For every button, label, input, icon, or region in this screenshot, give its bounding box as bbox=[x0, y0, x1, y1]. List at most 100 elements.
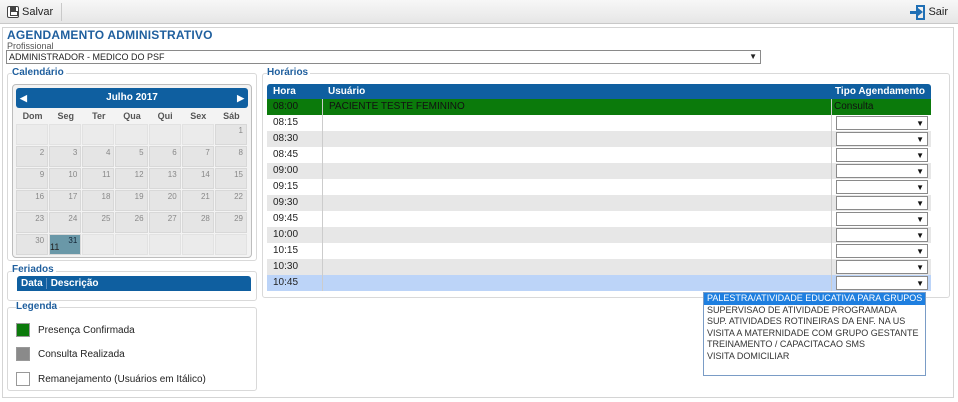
dropdown-option[interactable]: VISITA DOMICILIAR bbox=[704, 351, 925, 363]
chevron-down-icon: ▼ bbox=[916, 151, 924, 160]
horario-row[interactable]: 10:45 ▼ bbox=[267, 275, 931, 291]
profissional-select[interactable]: ADMINISTRADOR - MEDICO DO PSF ▼ bbox=[6, 50, 761, 64]
horario-usuario bbox=[322, 243, 830, 259]
tipo-agendamento-select[interactable]: ▼ bbox=[836, 116, 928, 130]
calendar-day[interactable]: 28 bbox=[181, 212, 214, 233]
exit-button[interactable]: Sair bbox=[910, 3, 948, 21]
floppy-disk-icon bbox=[7, 6, 19, 18]
calendar-day[interactable]: 22 bbox=[214, 190, 247, 211]
horario-tipo: Consulta bbox=[831, 99, 931, 115]
tipo-agendamento-select[interactable]: ▼ bbox=[836, 132, 928, 146]
calendar-day[interactable]: 1 bbox=[214, 124, 247, 145]
calendar-day[interactable]: 20 bbox=[148, 190, 181, 211]
legend-item-label: Consulta Realizada bbox=[38, 348, 125, 360]
tipo-agendamento-select[interactable]: ▼ bbox=[836, 228, 928, 242]
horario-row[interactable]: 09:30 ▼ bbox=[267, 195, 931, 211]
weekday-label: Ter bbox=[92, 111, 106, 121]
calendar-day[interactable]: 3 bbox=[49, 146, 82, 167]
calendar-empty-cell bbox=[82, 234, 115, 255]
horario-row[interactable]: 08:15 ▼ bbox=[267, 115, 931, 131]
calendar-week: 9 10 11 12 13 14 15 bbox=[16, 168, 248, 189]
chevron-down-icon: ▼ bbox=[916, 167, 924, 176]
horario-usuario bbox=[322, 195, 830, 211]
calendar-day[interactable]: 30 bbox=[16, 234, 49, 255]
horario-row[interactable]: 09:45 ▼ bbox=[267, 211, 931, 227]
legend-swatch-gray bbox=[16, 347, 30, 361]
calendar-day[interactable]: 21 bbox=[181, 190, 214, 211]
tipo-agendamento-select[interactable]: ▼ bbox=[836, 164, 928, 178]
legend-swatch-white bbox=[16, 372, 30, 386]
calendar-day[interactable]: 19 bbox=[115, 190, 148, 211]
horario-usuario bbox=[322, 259, 830, 275]
tipo-agendamento-select[interactable]: ▼ bbox=[836, 260, 928, 274]
calendar-week: 2345678 bbox=[16, 146, 248, 167]
save-button-label: Salvar bbox=[22, 6, 54, 18]
calendar-week: 16 17 18 19 20 21 22 bbox=[16, 190, 248, 211]
dropdown-option[interactable]: SUP. ATIVIDADES ROTINEIRAS DA ENF. NA US bbox=[704, 316, 925, 328]
calendar-day[interactable]: 16 bbox=[16, 190, 49, 211]
calendar-day[interactable]: 26 bbox=[115, 212, 148, 233]
horario-hora: 10:00 bbox=[273, 229, 299, 240]
calendar-day[interactable]: 24 bbox=[49, 212, 82, 233]
calendar-day[interactable]: 9 bbox=[16, 168, 49, 189]
calendar-empty-cell bbox=[148, 234, 181, 255]
calendar-day[interactable]: 17 bbox=[49, 190, 82, 211]
calendar-day[interactable]: 11 bbox=[82, 168, 115, 189]
calendar-day[interactable]: 7 bbox=[181, 146, 214, 167]
horario-usuario bbox=[322, 163, 830, 179]
calendar-empty-cell bbox=[214, 234, 247, 255]
tipo-agendamento-select[interactable]: ▼ bbox=[836, 244, 928, 258]
calendar-next-month-icon[interactable]: ▶ bbox=[237, 88, 244, 108]
horario-row[interactable]: 08:00 PACIENTE TESTE FEMININO Consulta bbox=[267, 99, 931, 115]
calendar-week: 23 24 25 26 27 28 29 bbox=[16, 212, 248, 233]
calendar-empty-cell bbox=[82, 124, 115, 145]
chevron-down-icon: ▼ bbox=[749, 52, 757, 61]
horario-row[interactable]: 08:30 ▼ bbox=[267, 131, 931, 147]
page-title: AGENDAMENTO ADMINISTRATIVO bbox=[7, 28, 213, 42]
chevron-down-icon: ▼ bbox=[916, 119, 924, 128]
calendar-day[interactable]: 25 bbox=[82, 212, 115, 233]
dropdown-option[interactable]: PALESTRA/ATIVIDADE EDUCATIVA PARA GRUPOS bbox=[704, 293, 925, 305]
col-usuario: Usuário bbox=[328, 86, 366, 97]
dropdown-option[interactable]: TREINAMENTO / CAPACITACAO SMS bbox=[704, 339, 925, 351]
calendar-day[interactable]: 15 bbox=[214, 168, 247, 189]
horario-hora: 08:45 bbox=[273, 149, 299, 160]
horario-row[interactable]: 10:30 ▼ bbox=[267, 259, 931, 275]
calendar-day[interactable]: 5 bbox=[115, 146, 148, 167]
horario-row[interactable]: 09:00 ▼ bbox=[267, 163, 931, 179]
calendar-day[interactable]: 23 bbox=[16, 212, 49, 233]
horario-row[interactable]: 08:45 ▼ bbox=[267, 147, 931, 163]
calendar-day[interactable]: 14 bbox=[181, 168, 214, 189]
tipo-agendamento-dropdown[interactable]: PALESTRA/ATIVIDADE EDUCATIVA PARA GRUPOS… bbox=[703, 292, 926, 376]
dropdown-option[interactable]: VISITA A MATERNIDADE COM GRUPO GESTANTE bbox=[704, 328, 925, 340]
calendar-day[interactable]: 27 bbox=[148, 212, 181, 233]
calendar-day[interactable]: 29 bbox=[214, 212, 247, 233]
calendar-prev-month-icon[interactable]: ◀ bbox=[20, 88, 27, 108]
dropdown-option[interactable]: SUPERVISAO DE ATIVIDADE PROGRAMADA bbox=[704, 305, 925, 317]
calendar-day[interactable]: 12 bbox=[115, 168, 148, 189]
horario-row[interactable]: 10:15 ▼ bbox=[267, 243, 931, 259]
tipo-agendamento-select[interactable]: ▼ bbox=[836, 180, 928, 194]
legend-item: Consulta Realizada bbox=[16, 347, 125, 361]
save-button[interactable]: Salvar bbox=[7, 3, 63, 21]
weekday-label: Sáb bbox=[223, 111, 240, 121]
calendar-day[interactable]: 8 bbox=[214, 146, 247, 167]
calendar-weekdays: Dom Seg Ter Qua Qui Sex Sáb bbox=[16, 111, 248, 121]
horario-usuario bbox=[322, 227, 830, 243]
tipo-agendamento-select[interactable]: ▼ bbox=[836, 212, 928, 226]
calendar-day[interactable]: 6 bbox=[148, 146, 181, 167]
tipo-agendamento-select[interactable]: ▼ bbox=[836, 196, 928, 210]
calendar-day[interactable]: 18 bbox=[82, 190, 115, 211]
weekday-label: Qui bbox=[157, 111, 173, 121]
calendar-week: 1 bbox=[16, 124, 248, 145]
calendar-day[interactable]: 13 bbox=[148, 168, 181, 189]
calendar-day[interactable]: 2 bbox=[16, 146, 49, 167]
tipo-agendamento-select[interactable]: ▼ bbox=[836, 148, 928, 162]
horario-hora: 09:00 bbox=[273, 165, 299, 176]
horario-row[interactable]: 09:15 ▼ bbox=[267, 179, 931, 195]
calendar-empty-cell bbox=[148, 124, 181, 145]
calendar-day[interactable]: 10 bbox=[49, 168, 82, 189]
horario-row[interactable]: 10:00 ▼ bbox=[267, 227, 931, 243]
calendar-day[interactable]: 4 bbox=[82, 146, 115, 167]
tipo-agendamento-select[interactable]: ▼ bbox=[836, 276, 928, 290]
